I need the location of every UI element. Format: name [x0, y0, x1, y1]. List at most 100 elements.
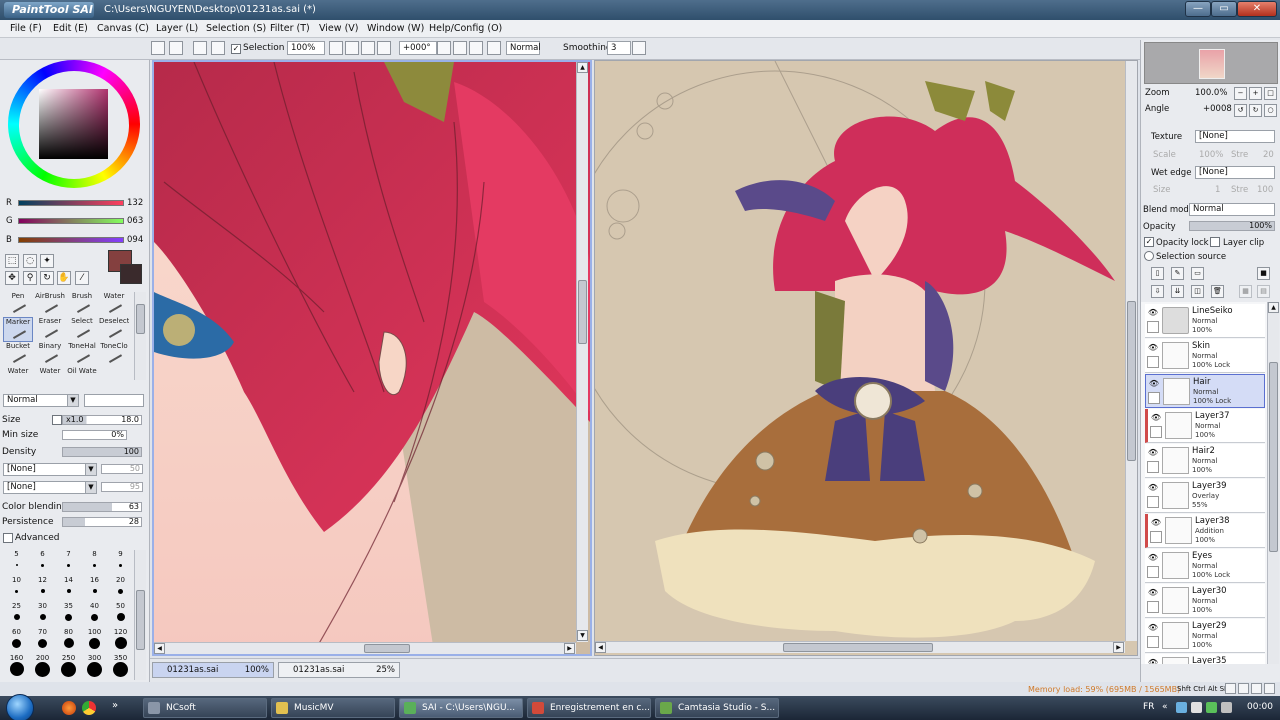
clear-layer-icon[interactable]: ◫	[1191, 285, 1204, 298]
eye-icon[interactable]: 👁	[1148, 378, 1160, 389]
brush-deselect[interactable]: Deselect	[99, 317, 129, 342]
advanced-checkbox[interactable]	[3, 533, 13, 543]
layer-row[interactable]: 👁 LineSeiko Normal 100%	[1145, 304, 1265, 338]
brush-eraser[interactable]: Eraser	[35, 317, 65, 342]
nav-zoom-out-icon[interactable]: −	[1234, 87, 1247, 100]
scroll-right-icon[interactable]: ▶	[564, 643, 575, 654]
menu-edit[interactable]: Edit (E)	[53, 23, 88, 34]
scroll-thumb[interactable]	[136, 304, 145, 334]
layer-lock-box[interactable]	[1147, 496, 1159, 508]
brush-size-preset[interactable]: 16	[82, 576, 107, 602]
status-icon-2[interactable]	[1238, 683, 1249, 694]
brush-size-preset[interactable]: 60	[4, 628, 29, 654]
brush-size-preset[interactable]: 9	[108, 550, 133, 576]
opacity-slider[interactable]: 100%	[1189, 221, 1275, 231]
eye-icon[interactable]: 👁	[1150, 412, 1162, 423]
view-tab-2[interactable]: 01231as.sai 25%	[278, 662, 400, 678]
brush-water-3[interactable]: Water	[35, 367, 65, 380]
minimize-button[interactable]: —	[1185, 1, 1211, 17]
chevron-down-icon[interactable]: ▼	[85, 464, 96, 475]
canvas-view-zoomed[interactable]: ▲ ▼ ◀ ▶	[152, 60, 592, 656]
wet-edge-select[interactable]: [None]	[1195, 166, 1275, 179]
chrome-icon[interactable]	[82, 701, 96, 715]
brush-brush[interactable]: Brush	[67, 292, 97, 317]
menu-filter[interactable]: Filter (T)	[270, 23, 310, 34]
hand-icon[interactable]: ✋	[57, 271, 71, 285]
brush-size-preset[interactable]: 40	[82, 602, 107, 628]
new-linework-layer-icon[interactable]: ✎	[1171, 267, 1184, 280]
scroll-thumb[interactable]	[783, 643, 933, 652]
brush-airbrush[interactable]: AirBrush	[35, 292, 65, 317]
brush-size-preset[interactable]: 25	[4, 602, 29, 628]
navigator-preview[interactable]	[1144, 42, 1278, 84]
scroll-down-icon[interactable]: ▼	[577, 630, 588, 641]
menu-help[interactable]: Help/Config (O)	[429, 23, 502, 34]
taskbar-item-ncsoft[interactable]: NCsoft	[143, 698, 267, 718]
red-slider[interactable]	[18, 200, 124, 206]
brush-pen[interactable]: Pen	[3, 292, 33, 317]
tray-expand-icon[interactable]: «	[1162, 702, 1168, 712]
scroll-left-icon[interactable]: ◀	[154, 643, 165, 654]
brush-texture-strength[interactable]: 50	[101, 464, 143, 474]
brush-size-preset[interactable]: 50	[108, 602, 133, 628]
brush-shape-texture-select[interactable]: [None]	[3, 481, 97, 494]
canvas2-horizontal-scrollbar[interactable]: ◀ ▶	[595, 641, 1125, 653]
rotate-tool-icon[interactable]: ↻	[40, 271, 54, 285]
brush-size-preset[interactable]: 7	[56, 550, 81, 576]
status-icon-4[interactable]	[1264, 683, 1275, 694]
color-blending-slider[interactable]: 63	[62, 502, 142, 512]
tray-app-icon[interactable]	[1206, 702, 1217, 713]
red-value[interactable]: 132	[127, 198, 143, 208]
min-size-slider[interactable]: 0%	[62, 430, 127, 440]
layer-lock-box[interactable]	[1147, 356, 1159, 368]
eye-icon[interactable]: 👁	[1150, 517, 1162, 528]
eye-icon[interactable]: 👁	[1147, 657, 1159, 664]
angle-field[interactable]: +000°	[399, 41, 437, 55]
brush-size-preset[interactable]: 250	[56, 654, 81, 680]
brush-size-preset[interactable]: 6	[30, 550, 55, 576]
background-color-swatch[interactable]	[120, 264, 142, 284]
brush-size-preset[interactable]: 20	[108, 576, 133, 602]
mode-select[interactable]: Normal	[506, 41, 541, 55]
layer-lock-box[interactable]	[1150, 426, 1162, 438]
eye-icon[interactable]: 👁	[1147, 552, 1159, 563]
close-button[interactable]: ✕	[1237, 1, 1277, 17]
nav-zoom-reset-icon[interactable]: □	[1264, 87, 1277, 100]
zoom-in-icon[interactable]	[345, 41, 359, 55]
brush-size-scrollbar[interactable]	[134, 550, 146, 680]
layer-row[interactable]: 👁 Eyes Normal 100% Lock	[1145, 549, 1265, 583]
canvas1-horizontal-scrollbar[interactable]: ◀ ▶	[154, 642, 576, 654]
menu-selection[interactable]: Selection (S)	[206, 23, 266, 34]
merge-down-icon[interactable]: ⇊	[1171, 285, 1184, 298]
scroll-thumb[interactable]	[1127, 301, 1136, 461]
brush-water-2[interactable]: Water	[3, 367, 33, 380]
layer-row[interactable]: 👁 Layer37 Normal 100%	[1145, 409, 1265, 443]
eye-icon[interactable]: 👁	[1147, 307, 1159, 318]
green-slider[interactable]	[18, 218, 124, 224]
magic-wand-icon[interactable]: ✦	[40, 254, 54, 268]
texture-select[interactable]: [None]	[1195, 130, 1275, 143]
layer-panel-options-icon[interactable]: ■	[1257, 267, 1270, 280]
tray-misc-icon[interactable]	[1221, 702, 1232, 713]
nav-rotate-right-icon[interactable]: ↻	[1249, 104, 1262, 117]
rotate-right-icon[interactable]	[453, 41, 467, 55]
persistence-slider[interactable]: 28	[62, 517, 142, 527]
layer-row[interactable]: 👁 Skin Normal 100% Lock	[1145, 339, 1265, 373]
menu-window[interactable]: Window (W)	[367, 23, 424, 34]
firefox-icon[interactable]	[62, 701, 76, 715]
zoom-out-icon[interactable]	[329, 41, 343, 55]
scroll-thumb[interactable]	[1269, 362, 1278, 552]
status-icon-1[interactable]	[1225, 683, 1236, 694]
zoom-tool-icon[interactable]: ⚲	[23, 271, 37, 285]
menu-canvas[interactable]: Canvas (C)	[97, 23, 149, 34]
brush-size-preset[interactable]: 12	[30, 576, 55, 602]
menu-file[interactable]: File (F)	[10, 23, 42, 34]
scroll-thumb[interactable]	[578, 280, 587, 344]
saturation-value-square[interactable]	[39, 89, 108, 159]
brush-marker[interactable]: Marker	[3, 317, 33, 342]
taskbar-item-sai[interactable]: SAI - C:\Users\NGU...	[399, 698, 523, 718]
smoothing-field[interactable]: 3	[607, 41, 631, 55]
brush-shape-selector[interactable]	[84, 394, 144, 407]
scroll-up-icon[interactable]: ▲	[1268, 302, 1279, 313]
scroll-up-icon[interactable]: ▲	[577, 62, 588, 73]
